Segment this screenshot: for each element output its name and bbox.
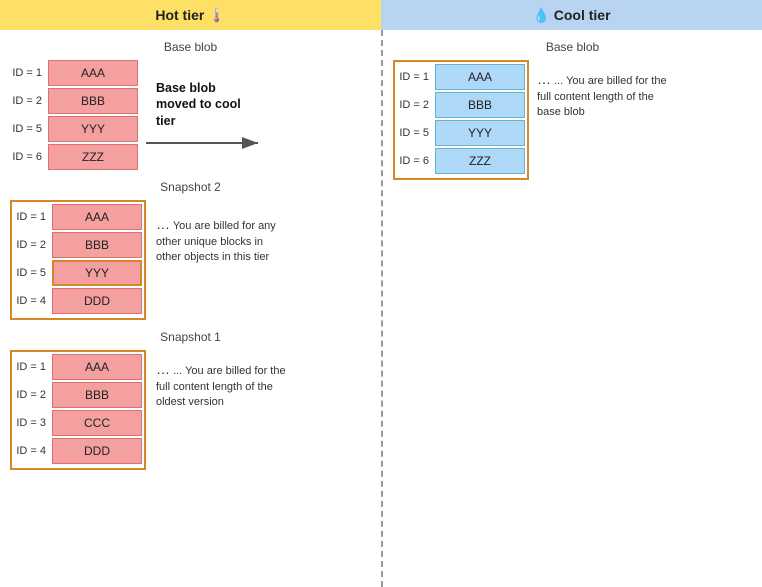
cool-base-row-2: ID = 2 BBB xyxy=(397,92,525,118)
blob-cell: ZZZ xyxy=(48,144,138,170)
base-blob-hot-row-3: ID = 5 YYY xyxy=(10,116,138,142)
blob-cell: BBB xyxy=(52,232,142,258)
base-blob-cool-title: Base blob xyxy=(393,40,752,54)
blob-cell-blue: YYY xyxy=(435,120,525,146)
snapshot2-row-3: ID = 5 YYY xyxy=(14,260,142,286)
cool-annotation-dots: … xyxy=(537,71,551,87)
hot-tier-header: Hot tier 🌡️ xyxy=(0,0,381,30)
cool-tier-label: Cool tier xyxy=(554,7,611,23)
cool-annotation-text: ... You are billed for the full content … xyxy=(537,75,667,118)
snapshot2-row-1: ID = 1 AAA xyxy=(14,204,142,230)
snapshot1-annotation: … ... You are billed for the full conten… xyxy=(156,350,286,410)
base-blob-hot-title: Base blob xyxy=(10,40,371,54)
blob-cell-blue: ZZZ xyxy=(435,148,525,174)
snapshot2-annotation: … You are billed for any other unique bl… xyxy=(156,200,286,265)
blob-id: ID = 5 xyxy=(14,267,52,279)
main-content: Base blob ID = 1 AAA ID = 2 BBB ID = 5 Y… xyxy=(0,30,762,587)
blob-cell: AAA xyxy=(48,60,138,86)
blob-cell-blue: BBB xyxy=(435,92,525,118)
blob-cell: AAA xyxy=(52,354,142,380)
blob-id: ID = 5 xyxy=(397,127,435,139)
snapshot2-title: Snapshot 2 xyxy=(10,180,371,194)
blob-id: ID = 2 xyxy=(10,95,48,107)
base-blob-hot-table: ID = 1 AAA ID = 2 BBB ID = 5 YYY ID = 6 … xyxy=(10,60,138,172)
blob-id: ID = 4 xyxy=(14,295,52,307)
snapshot1-row-2: ID = 2 BBB xyxy=(14,382,142,408)
cool-panel: Base blob ID = 1 AAA ID = 2 BBB ID = 5 Y… xyxy=(381,30,762,587)
snapshot1-annotation-text: ... You are billed for the full content … xyxy=(156,365,286,408)
snapshot1-title: Snapshot 1 xyxy=(10,330,371,344)
blob-cell-blue: AAA xyxy=(435,64,525,90)
snapshot2-annotation-dots: … xyxy=(156,216,170,232)
blob-id: ID = 2 xyxy=(14,239,52,251)
blob-id: ID = 4 xyxy=(14,445,52,457)
cool-tier-header: 💧 Cool tier xyxy=(381,0,762,30)
base-blob-hot-row-1: ID = 1 AAA xyxy=(10,60,138,86)
arrow-svg xyxy=(146,133,266,153)
header: Hot tier 🌡️ 💧 Cool tier xyxy=(0,0,762,30)
snapshot1-table: ID = 1 AAA ID = 2 BBB ID = 3 CCC ID = 4 … xyxy=(10,350,146,470)
blob-id: ID = 2 xyxy=(397,99,435,111)
blob-id: ID = 6 xyxy=(10,151,48,163)
blob-cell: BBB xyxy=(48,88,138,114)
snapshot2-row-2: ID = 2 BBB xyxy=(14,232,142,258)
snapshot1-annotation-dots: … xyxy=(156,361,170,377)
blob-id: ID = 1 xyxy=(14,211,52,223)
base-blob-cool-table: ID = 1 AAA ID = 2 BBB ID = 5 YYY ID = 6 … xyxy=(393,60,529,180)
blob-cell: DDD xyxy=(52,438,142,464)
snapshot1-row-1: ID = 1 AAA xyxy=(14,354,142,380)
thermometer-icon: 🌡️ xyxy=(208,7,225,24)
snapshot2-table: ID = 1 AAA ID = 2 BBB ID = 5 YYY ID = 4 … xyxy=(10,200,146,320)
cool-base-annotation: … ... You are billed for the full conten… xyxy=(537,60,667,120)
cool-base-row-4: ID = 6 ZZZ xyxy=(397,148,525,174)
blob-id: ID = 1 xyxy=(10,67,48,79)
blob-cell-highlighted: YYY xyxy=(52,260,142,286)
blob-cell: YYY xyxy=(48,116,138,142)
blob-id: ID = 1 xyxy=(397,71,435,83)
blob-id: ID = 3 xyxy=(14,417,52,429)
snapshot2-row-4: ID = 4 DDD xyxy=(14,288,142,314)
snapshot2-annotation-text: You are billed for any other unique bloc… xyxy=(156,220,276,263)
blob-id: ID = 5 xyxy=(10,123,48,135)
hot-panel: Base blob ID = 1 AAA ID = 2 BBB ID = 5 Y… xyxy=(0,30,381,587)
blob-id: ID = 6 xyxy=(397,155,435,167)
move-label: Base blob moved to cool tier xyxy=(156,80,256,129)
blob-id: ID = 2 xyxy=(14,389,52,401)
blob-cell: CCC xyxy=(52,410,142,436)
hot-tier-label: Hot tier xyxy=(155,7,204,23)
droplet-icon: 💧 xyxy=(532,7,549,24)
snapshot1-row-3: ID = 3 CCC xyxy=(14,410,142,436)
blob-cell: DDD xyxy=(52,288,142,314)
blob-cell: AAA xyxy=(52,204,142,230)
base-blob-hot-row-2: ID = 2 BBB xyxy=(10,88,138,114)
cool-base-row-1: ID = 1 AAA xyxy=(397,64,525,90)
snapshot1-row-4: ID = 4 DDD xyxy=(14,438,142,464)
blob-cell: BBB xyxy=(52,382,142,408)
blob-id: ID = 1 xyxy=(14,361,52,373)
cool-base-row-3: ID = 5 YYY xyxy=(397,120,525,146)
base-blob-hot-row-4: ID = 6 ZZZ xyxy=(10,144,138,170)
